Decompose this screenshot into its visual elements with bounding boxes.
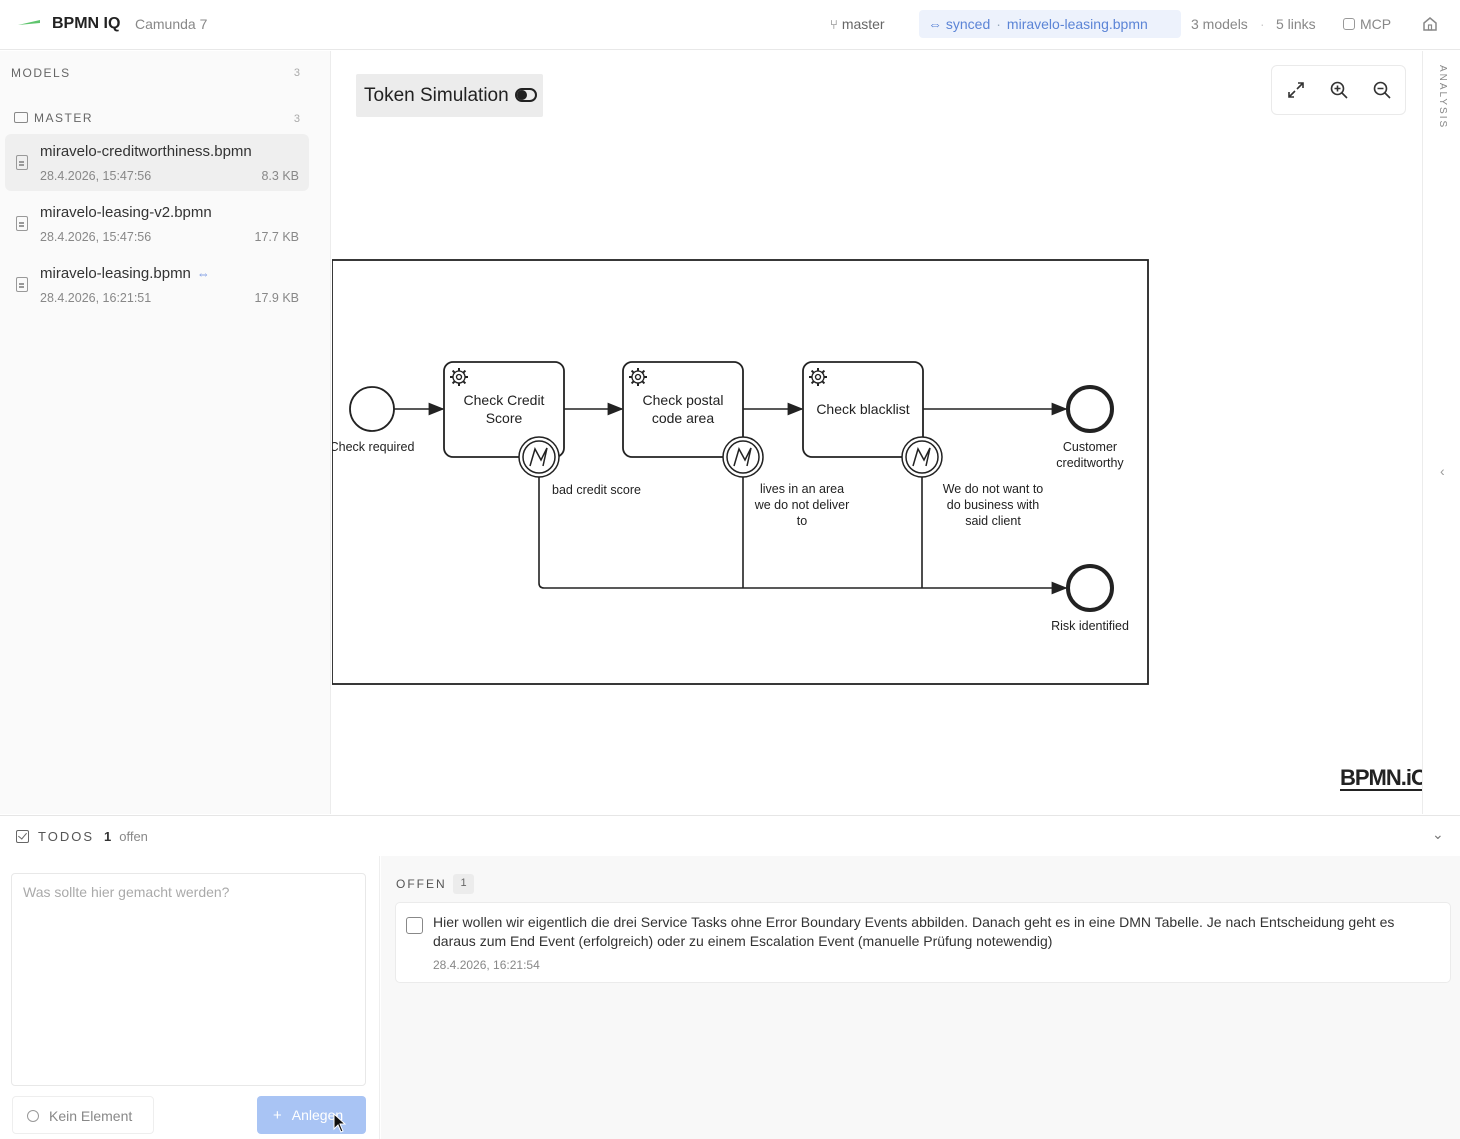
file-size: 8.3 KB <box>261 169 299 183</box>
error-boundary-event[interactable] <box>722 436 764 478</box>
logo-icon <box>18 20 40 25</box>
zoom-out-icon[interactable] <box>1371 79 1393 101</box>
file-name: miravelo-creditworthiness.bpmn <box>40 143 252 160</box>
toggle-icon <box>514 88 537 102</box>
models-sidebar: MODELS 3 MASTER 3 miravelo-creditworthin… <box>0 51 331 814</box>
analysis-rail[interactable] <box>1422 51 1460 814</box>
task-label: Check blacklist <box>816 401 909 417</box>
start-event[interactable] <box>349 386 395 432</box>
sync-status: synced <box>945 16 991 32</box>
file-size: 17.7 KB <box>254 230 299 244</box>
end-event-label: Customer creditworthy <box>1056 440 1124 470</box>
home-icon[interactable] <box>1422 16 1438 32</box>
folder-master[interactable]: MASTER <box>14 111 93 125</box>
app-title: BPMN IQ <box>52 15 121 32</box>
models-count-badge: 3 <box>293 67 300 79</box>
start-event-label: Check required <box>332 440 414 454</box>
file-name: miravelo-leasing-v2.bpmn <box>40 204 212 221</box>
file-name: miravelo-leasing.bpmn ⇔ <box>40 265 210 282</box>
target-icon <box>27 1110 39 1122</box>
plus-icon: + <box>273 1107 282 1124</box>
sync-file: miravelo-leasing.bpmn <box>1006 16 1148 32</box>
todos-header[interactable]: TODOS 1 offen <box>16 829 148 844</box>
chevron-left-icon[interactable]: ‹ <box>1440 463 1445 479</box>
folder-count: 3 <box>293 113 300 125</box>
todo-input[interactable] <box>11 873 366 1086</box>
mouse-cursor-icon <box>333 1113 347 1133</box>
token-simulation-toggle[interactable]: Token Simulation <box>356 74 543 117</box>
file-date: 28.4.2026, 16:21:51 <box>40 291 152 305</box>
app-header: BPMN IQ Camunda 7 ⑂ master ⇔ synced · mirav… <box>0 0 1460 50</box>
file-item[interactable]: miravelo-leasing-v2.bpmn 28.4.2026, 15:4… <box>5 195 309 252</box>
file-date: 28.4.2026, 15:47:56 <box>40 169 152 183</box>
checkbox-icon <box>16 830 29 843</box>
fullscreen-icon[interactable] <box>1285 79 1307 101</box>
engine-label: Camunda 7 <box>135 16 208 32</box>
file-icon <box>16 155 28 170</box>
todo-text: Hier wollen wir eigentlich die drei Serv… <box>433 914 1395 949</box>
todo-list <box>381 856 1460 1139</box>
models-heading: MODELS <box>11 66 71 80</box>
mcp-icon <box>1343 18 1355 30</box>
file-icon <box>16 216 28 231</box>
file-icon <box>16 277 28 292</box>
bpmn-diagram[interactable]: Check required Check Credit Score Check p… <box>332 255 1154 690</box>
zoom-in-icon[interactable] <box>1328 79 1350 101</box>
todo-date: 28.4.2026, 16:21:54 <box>433 958 540 972</box>
boundary-label: We do not want to do business with said cl… <box>943 482 1044 528</box>
link-icon: ⇔ <box>928 16 942 32</box>
todos-status: offen <box>119 829 148 844</box>
analysis-label[interactable]: ANALYSIS <box>1437 65 1448 129</box>
file-size: 17.9 KB <box>254 291 299 305</box>
todo-checkbox[interactable] <box>406 917 423 934</box>
boundary-label: lives in an area we do not deliver to <box>754 482 850 528</box>
folder-icon <box>14 112 28 123</box>
boundary-label: bad credit score <box>552 483 641 497</box>
end-event-label: Risk identified <box>1051 619 1129 633</box>
open-count-badge: 1 <box>453 874 474 894</box>
end-event[interactable] <box>1066 385 1114 433</box>
file-date: 28.4.2026, 15:47:56 <box>40 230 152 244</box>
chevron-down-icon[interactable]: ⌄ <box>1432 826 1444 843</box>
file-item[interactable]: miravelo-leasing.bpmn ⇔ 28.4.2026, 16:21:… <box>5 256 309 313</box>
add-todo-button[interactable]: + Anlegen <box>257 1096 366 1134</box>
bpmn-io-watermark[interactable]: BPMN.iO <box>1340 767 1428 791</box>
error-boundary-event[interactable] <box>901 436 943 478</box>
models-count: 3 models <box>1191 16 1248 32</box>
file-item[interactable]: miravelo-creditworthiness.bpmn 28.4.2026… <box>5 134 309 191</box>
todos-count: 1 <box>104 829 112 844</box>
mcp-button[interactable]: MCP <box>1343 16 1391 32</box>
link-icon: ⇔ <box>196 266 210 281</box>
branch-selector[interactable]: ⑂ master <box>830 16 885 32</box>
sync-status-pill[interactable]: ⇔ synced · miravelo-leasing.bpmn <box>919 10 1181 38</box>
open-section-label: OFFEN <box>396 877 447 891</box>
end-event[interactable] <box>1066 564 1114 612</box>
error-boundary-event[interactable] <box>518 436 560 478</box>
zoom-controls <box>1271 65 1406 115</box>
links-count: 5 links <box>1276 16 1316 32</box>
element-selector-button[interactable]: Kein Element <box>12 1096 154 1134</box>
git-branch-icon: ⑂ <box>830 17 838 32</box>
branch-name: master <box>841 16 885 32</box>
